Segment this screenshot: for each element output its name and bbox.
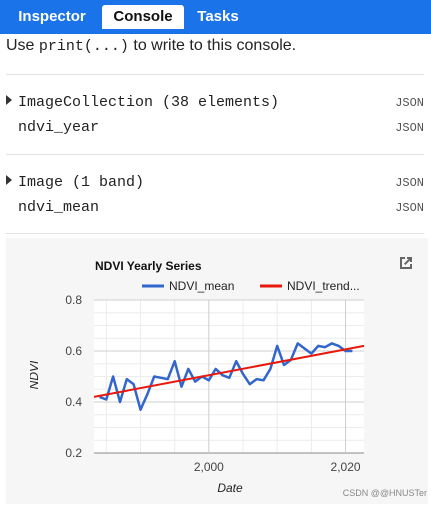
y-tick-label: 0.4 [65, 395, 82, 409]
json-link[interactable]: JSON [395, 176, 424, 190]
divider [6, 233, 424, 234]
console-entry-name: ndvi_mean JSON [6, 199, 424, 219]
legend-label-ndvi-trend: NDVI_trend... [287, 279, 360, 293]
divider [6, 74, 424, 75]
entry-header-text: Image (1 band) [18, 174, 145, 191]
console-entry-name: ndvi_year JSON [6, 119, 424, 139]
expand-triangle-icon[interactable] [6, 95, 12, 105]
y-tick-label: 0.6 [65, 344, 82, 358]
entry-name-text: ndvi_mean [18, 199, 100, 216]
open-in-new-window-icon[interactable] [397, 254, 415, 272]
y-tick-label: 0.2 [65, 446, 82, 460]
entry-header-text: ImageCollection (38 elements) [18, 94, 280, 111]
legend-label-ndvi-mean: NDVI_mean [169, 279, 234, 293]
y-axis-label: NDVI [30, 360, 41, 389]
console-hint-code: print(...) [38, 38, 129, 55]
json-link[interactable]: JSON [395, 121, 424, 135]
chart-title: NDVI Yearly Series [95, 259, 202, 273]
console-entry-header[interactable]: Image (1 band) JSON [6, 174, 424, 194]
console-hint: Use print(...) to write to this console. [6, 37, 296, 55]
tab-inspector[interactable]: Inspector [4, 5, 100, 29]
expand-triangle-icon[interactable] [6, 175, 12, 185]
ndvi-chart: NDVI Yearly Series NDVI_mean NDVI_trend.… [30, 259, 365, 495]
console-entry-header[interactable]: ImageCollection (38 elements) JSON [6, 94, 424, 114]
json-link[interactable]: JSON [395, 96, 424, 110]
console-hint-suffix: to write to this console. [128, 37, 297, 54]
divider [6, 154, 424, 155]
x-tick-label: 2,000 [194, 460, 224, 474]
tab-console[interactable]: Console [102, 5, 184, 29]
x-axis-label: Date [217, 481, 243, 495]
entry-name-text: ndvi_year [18, 119, 100, 136]
x-tick-label: 2,020 [331, 460, 361, 474]
y-tick-label: 0.8 [65, 293, 82, 307]
tab-tasks[interactable]: Tasks [186, 5, 250, 29]
json-link[interactable]: JSON [395, 201, 424, 215]
console-hint-prefix: Use [6, 37, 39, 54]
tab-bar: Inspector Console Tasks [0, 0, 431, 34]
watermark: CSDN @@HNUSTer [342, 488, 427, 498]
